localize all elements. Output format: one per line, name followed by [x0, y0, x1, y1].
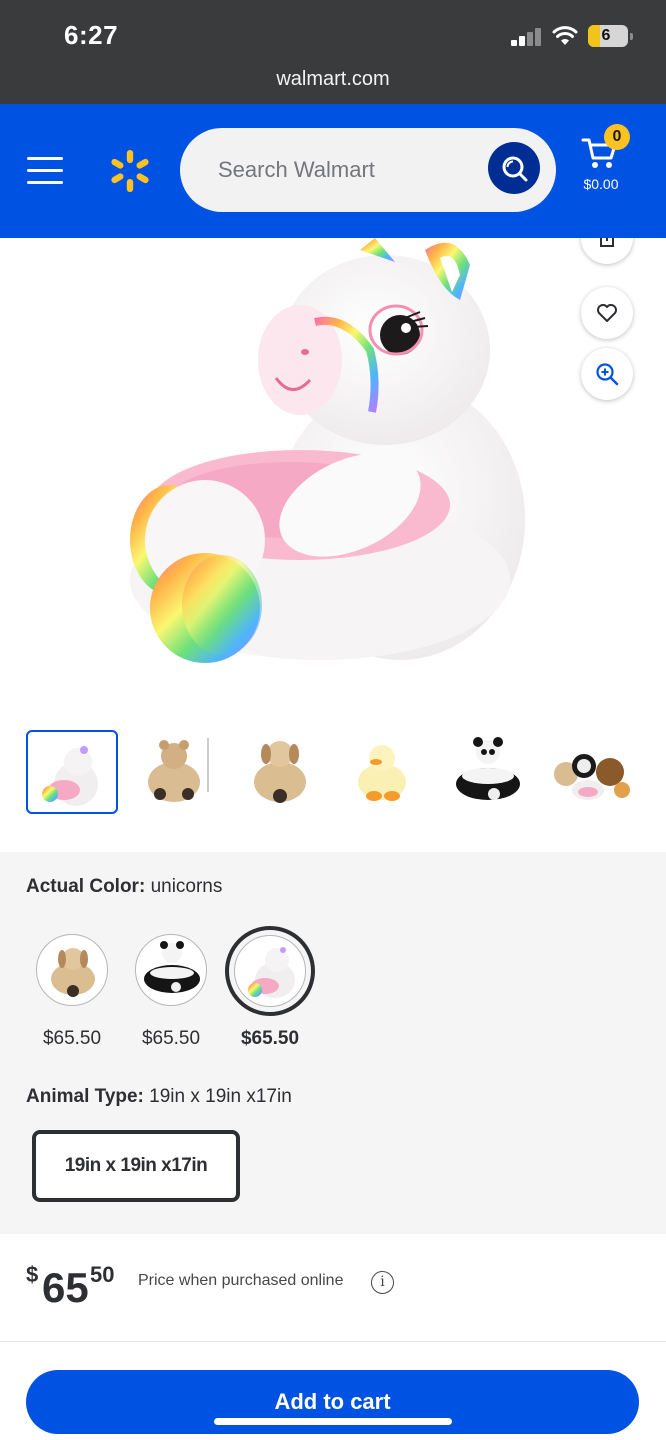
site-header: 0 $0.00 [0, 104, 666, 238]
thumbnail-collection[interactable] [548, 730, 640, 814]
swatch-price-panda: $65.50 [141, 1028, 201, 1049]
search-button[interactable] [488, 142, 540, 194]
share-icon [600, 238, 614, 247]
status-time: 6:27 [64, 20, 119, 50]
price-note: Price when purchased online [138, 1272, 344, 1289]
battery-icon: 6 [588, 25, 633, 47]
cart-button[interactable]: 0 $0.00 [578, 124, 638, 198]
size-option-button[interactable]: 19in x 19in x17in [32, 1130, 240, 1202]
status-bar: 6:27 6 walmart.com [0, 0, 666, 104]
zoom-in-icon [596, 363, 619, 386]
menu-button[interactable] [27, 157, 63, 185]
walmart-spark-icon[interactable] [107, 148, 153, 194]
hamburger-icon [27, 157, 63, 160]
heart-icon [597, 304, 617, 322]
thumbnail-panda[interactable] [444, 730, 536, 814]
product-image[interactable] [0, 238, 666, 708]
variant-selector: Actual Color: unicorns $65.50 $65.50 $65… [0, 852, 666, 1234]
cart-total: $0.00 [583, 176, 619, 192]
price-section: $ 65 50 Price when purchased online i [0, 1234, 666, 1342]
actual-color-label: Actual Color: [26, 876, 146, 897]
swatch-price-unicorn: $65.50 [240, 1028, 300, 1049]
price-dollars: 65 [42, 1264, 89, 1311]
swatch-price-dog: $65.50 [42, 1028, 102, 1049]
price-cents: 50 [90, 1262, 115, 1287]
swatch-unicorn[interactable] [234, 935, 306, 1007]
thumbnail-strip [0, 728, 666, 818]
search-icon [502, 156, 528, 182]
swatch-panda[interactable] [135, 934, 207, 1006]
price-currency: $ [26, 1262, 39, 1287]
wifi-icon [552, 26, 578, 45]
zoom-button[interactable] [581, 348, 633, 400]
cart-count-badge: 0 [604, 124, 630, 150]
thumbnail-dog[interactable] [236, 730, 328, 814]
thumbnail-unicorn[interactable] [26, 730, 118, 814]
cellular-signal-icon [511, 28, 543, 46]
swatch-dog[interactable] [36, 934, 108, 1006]
actual-color-row: Actual Color: unicorns [26, 876, 222, 898]
animal-type-label: Animal Type: [26, 1086, 144, 1107]
thumbnail-duck[interactable] [338, 730, 430, 814]
browser-url[interactable]: walmart.com [0, 68, 666, 91]
search-input[interactable] [218, 148, 468, 192]
animal-type-value: 19in x 19in x17in [149, 1086, 292, 1107]
thumbnail-bear[interactable] [130, 730, 222, 814]
unicorn-chair-image [130, 238, 525, 663]
battery-level: 6 [601, 27, 611, 44]
favorite-button[interactable] [581, 287, 633, 339]
actual-color-value: unicorns [150, 876, 223, 897]
animal-type-row: Animal Type: 19in x 19in x17in [26, 1086, 292, 1108]
info-icon[interactable]: i [371, 1271, 394, 1294]
home-indicator [214, 1418, 452, 1425]
